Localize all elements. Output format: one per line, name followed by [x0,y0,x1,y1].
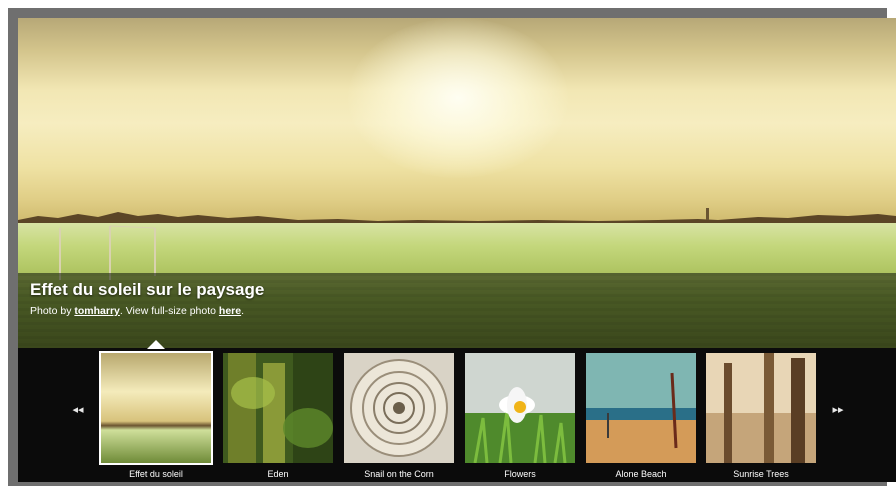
thumbnail-effet-du-soleil[interactable] [99,351,213,465]
sun-glow [348,18,568,178]
thumbnail-label: Eden [267,469,289,479]
thumbnail-label: Effet du soleil [129,469,183,479]
credit-middle: . View full-size photo [119,305,219,317]
main-photo[interactable]: Effet du soleil sur le paysage Photo by … [18,18,896,348]
thumbnail-label: Snail on the Corn [364,469,434,479]
thumbnail-alone-beach[interactable] [586,353,696,463]
author-link[interactable]: tomharry [74,305,120,317]
thumbnail-label: Alone Beach [615,469,667,479]
full-size-link[interactable]: here [219,305,241,317]
thumbnail-label: Sunrise Trees [733,469,789,479]
photo-credit: Photo by tomharry. View full-size photo … [30,305,244,317]
thumbnail-flowers[interactable] [465,353,575,463]
next-icon[interactable]: ▸▸ [828,403,848,416]
thumbnail-sunrise-trees[interactable] [706,353,816,463]
photo-title: Effet du soleil sur le paysage [30,280,265,299]
credit-prefix: Photo by [30,305,75,317]
thumbnail-snail[interactable] [344,353,454,463]
active-thumb-pointer [147,340,165,349]
thumbnail-label: Flowers [504,469,536,479]
thumbnail-eden[interactable] [223,353,333,463]
prev-icon[interactable]: ◂◂ [68,403,88,416]
credit-suffix: . [241,305,245,317]
